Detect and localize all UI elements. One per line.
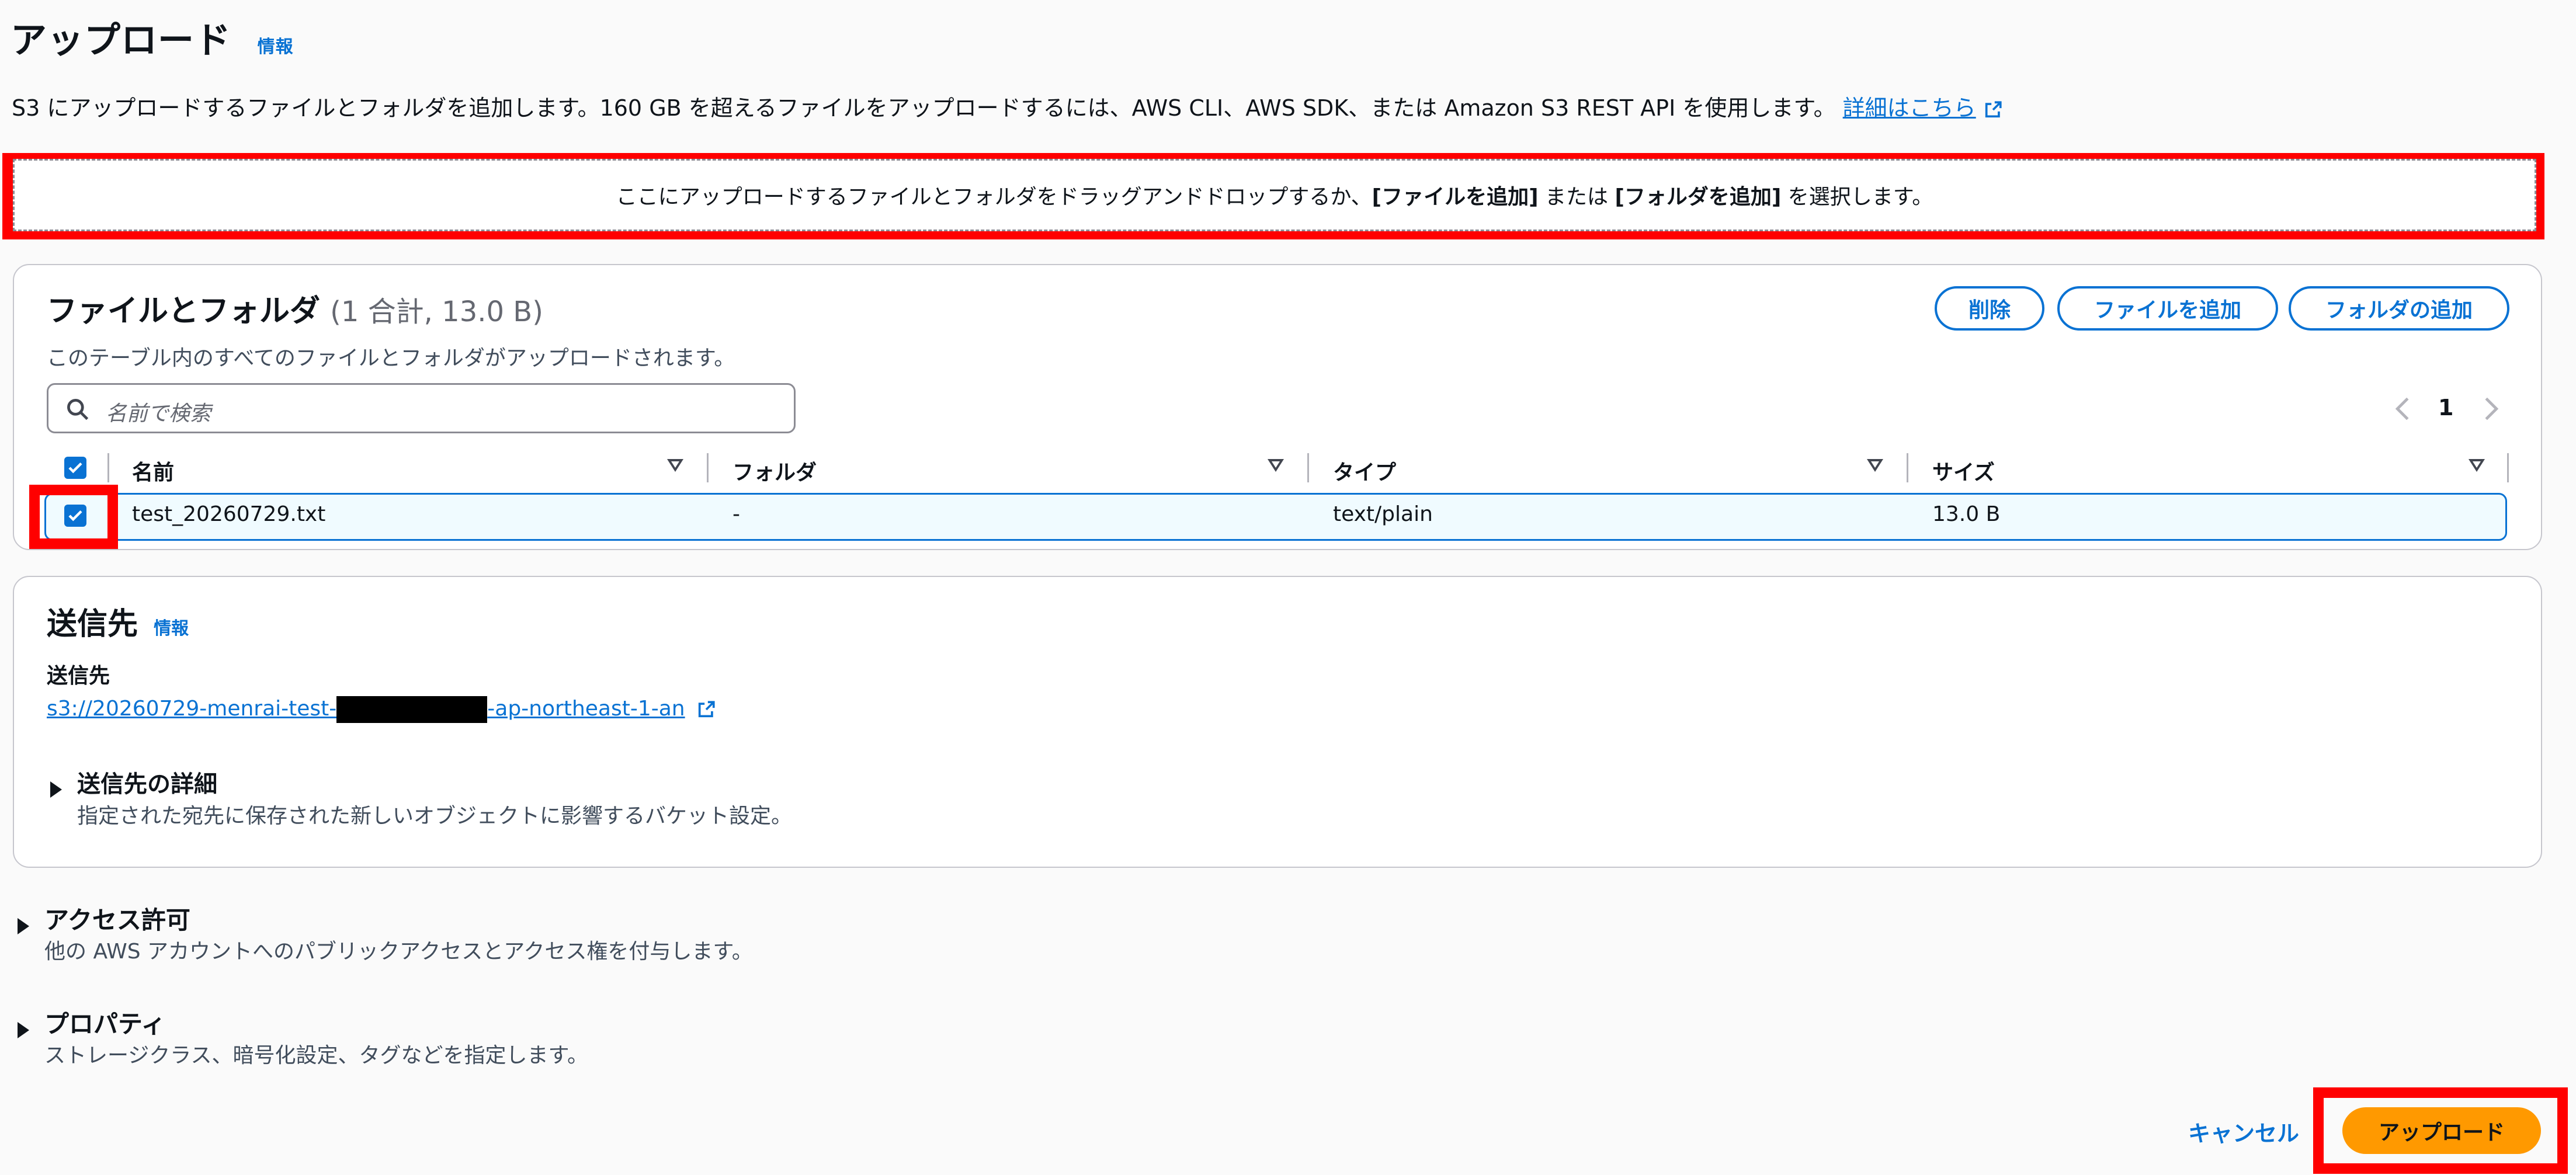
next-page-icon[interactable] (2483, 396, 2500, 422)
search-input[interactable]: 名前で検索 (47, 383, 796, 433)
upload-button-highlight (2313, 1087, 2568, 1174)
column-separator (2507, 453, 2509, 482)
column-header-folder[interactable]: フォルダ (732, 456, 817, 486)
sort-type-icon[interactable] (1867, 459, 1883, 472)
destination-url-prefix[interactable]: s3://20260729-menrai-test- (47, 697, 336, 721)
cell-size: 13.0 B (1932, 502, 2001, 526)
sort-folder-icon[interactable] (1268, 459, 1284, 472)
check-icon (68, 462, 82, 474)
files-title-text: ファイルとフォルダ (47, 294, 321, 329)
expand-triangle-icon (18, 917, 29, 934)
search-icon (67, 399, 89, 420)
row-checkbox-highlight (29, 485, 118, 549)
column-separator (1307, 453, 1309, 482)
external-link-icon (698, 701, 715, 718)
redacted-block (336, 696, 488, 723)
destination-info-link[interactable]: 情報 (154, 618, 189, 639)
dropzone-add-folder: [フォルダを追加] (1615, 185, 1782, 209)
info-link[interactable]: 情報 (258, 37, 294, 57)
destination-title: 送信先 情報 (47, 599, 189, 643)
destination-title-text: 送信先 (47, 607, 138, 642)
cell-name: test_20260729.txt (132, 502, 326, 526)
column-header-size[interactable]: サイズ (1932, 456, 1995, 486)
files-subtitle: このテーブル内のすべてのファイルとフォルダがアップロードされます。 (47, 346, 735, 370)
cell-folder: - (732, 502, 740, 526)
sort-name-icon[interactable] (667, 459, 683, 472)
permissions-title: アクセス許可 (44, 906, 190, 934)
column-separator (707, 453, 709, 482)
dropzone-text: ここにアップロードするファイルとフォルダをドラッグアンドドロップするか、 (616, 185, 1372, 209)
learn-more-link[interactable]: 詳細はこちら (1843, 95, 1976, 121)
dropzone-add-files: [ファイルを追加] (1372, 185, 1539, 209)
search-placeholder: 名前で検索 (106, 402, 211, 426)
permissions-desc: 他の AWS アカウントへのパブリックアクセスとアクセス権を付与します。 (44, 940, 753, 964)
destination-details-desc: 指定された宛先に保存された新しいオブジェクトに影響するバケット設定。 (77, 804, 793, 828)
destination-url-suffix[interactable]: -ap-northeast-1-an (487, 697, 685, 721)
remove-button[interactable]: 削除 (1935, 286, 2044, 331)
select-all-checkbox[interactable] (64, 457, 86, 479)
column-header-type[interactable]: タイプ (1333, 456, 1396, 486)
prev-page-icon[interactable] (2394, 396, 2411, 422)
destination-url[interactable]: s3://20260729-menrai-test- -ap-northeast-… (47, 696, 716, 723)
properties-title: プロパティ (44, 1010, 166, 1038)
permissions-toggle[interactable]: アクセス許可 (18, 901, 190, 936)
external-link-icon (1985, 100, 2002, 117)
sort-size-icon[interactable] (2469, 459, 2485, 472)
destination-details-title: 送信先の詳細 (77, 771, 217, 798)
column-separator (107, 453, 109, 482)
page-title: アップロード 情報 (11, 11, 294, 63)
column-separator (1907, 453, 1908, 482)
properties-desc: ストレージクラス、暗号化設定、タグなどを指定します。 (44, 1044, 588, 1068)
add-files-button[interactable]: ファイルを追加 (2057, 286, 2278, 331)
dropzone-mid: または (1538, 185, 1615, 209)
page-description: S3 にアップロードするファイルとフォルダを追加します。160 GB を超えるフ… (12, 90, 2003, 122)
description-text: S3 にアップロードするファイルとフォルダを追加します。160 GB を超えるフ… (12, 95, 1836, 121)
files-title: ファイルとフォルダ (1 合計, 13.0 B) (47, 286, 543, 330)
files-count: (1 合計, 13.0 B) (330, 296, 543, 328)
add-folder-button[interactable]: フォルダの追加 (2289, 286, 2509, 331)
destination-details-toggle[interactable]: 送信先の詳細 (50, 765, 217, 799)
dropzone-suffix: を選択します。 (1781, 185, 1933, 209)
page-number[interactable]: 1 (2438, 395, 2453, 420)
cancel-button[interactable]: キャンセル (2188, 1115, 2299, 1148)
expand-triangle-icon (50, 781, 62, 798)
cell-type: text/plain (1333, 502, 1433, 526)
expand-triangle-icon (18, 1021, 29, 1038)
column-header-name[interactable]: 名前 (132, 456, 174, 486)
destination-label: 送信先 (47, 664, 110, 688)
properties-toggle[interactable]: プロパティ (18, 1004, 165, 1040)
page-title-text: アップロード (11, 19, 232, 61)
dropzone[interactable]: ここにアップロードするファイルとフォルダをドラッグアンドドロップするか、 [ファ… (13, 159, 2536, 231)
table-row[interactable] (44, 493, 2507, 541)
